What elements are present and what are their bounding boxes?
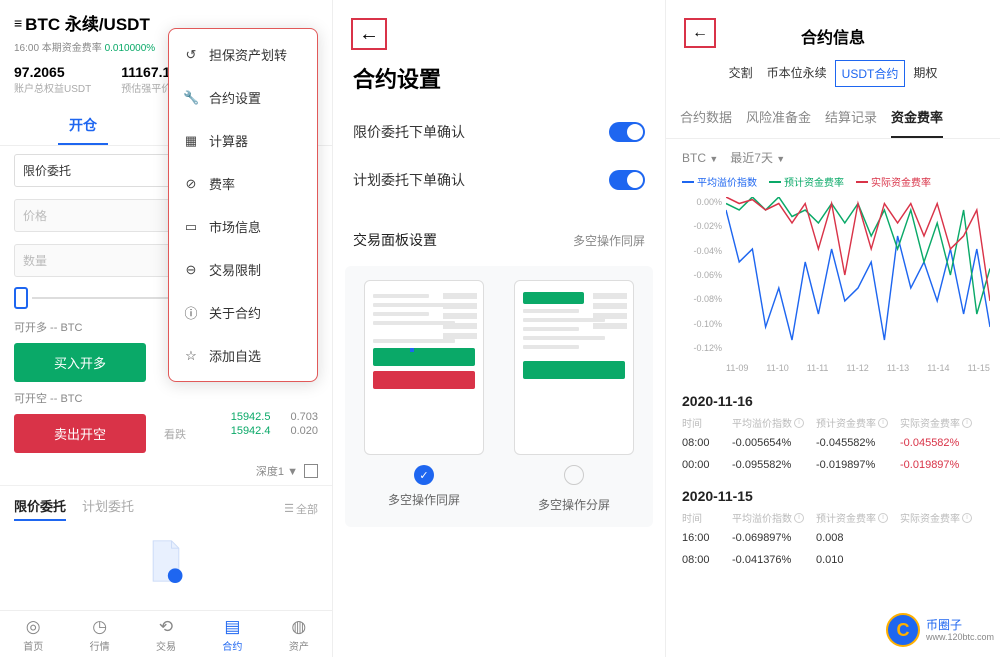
info-icon[interactable]: i: [794, 418, 804, 428]
menu-icon[interactable]: ≡: [14, 15, 19, 31]
tab-funding-rate[interactable]: 资金费率: [891, 97, 943, 138]
menu-limits[interactable]: ⊖交易限制: [169, 248, 317, 291]
table-row: 16:00 -0.069897% 0.008: [682, 527, 984, 549]
radio-unchecked-icon: [564, 465, 584, 485]
more-menu: ↺担保资产划转 🔧合约设置 ▦计算器 ⊘费率 ▭市场信息 ⊖交易限制 ⓘ关于合约…: [168, 28, 318, 382]
table-row: 08:00 -0.041376% 0.010: [682, 549, 984, 571]
liquidation-price: 11167.1 预估强平价: [121, 64, 171, 95]
tab-risk-fund[interactable]: 风险准备金: [746, 97, 811, 138]
menu-transfer[interactable]: ↺担保资产划转: [169, 33, 317, 76]
confirm-plan-row: 计划委托下单确认: [333, 156, 665, 204]
depth-select[interactable]: 深度1 ▼: [256, 463, 298, 479]
nav-asset[interactable]: ◍资产: [266, 617, 332, 653]
arrow-left-icon: ←: [359, 24, 379, 44]
info-icon[interactable]: i: [962, 513, 972, 523]
seg-delivery[interactable]: 交割: [723, 60, 759, 87]
radio-checked-icon: ✓: [414, 465, 434, 485]
tab-contract-data[interactable]: 合约数据: [680, 97, 732, 138]
menu-calculator[interactable]: ▦计算器: [169, 119, 317, 162]
account-equity: 97.2065 账户总权益USDT: [14, 64, 91, 95]
layout-same-option[interactable]: ✓ 多空操作同屏: [357, 280, 491, 513]
back-button[interactable]: ←: [684, 18, 716, 48]
nav-home[interactable]: ◎首页: [0, 617, 66, 653]
menu-settings[interactable]: 🔧合约设置: [169, 76, 317, 119]
range-filter[interactable]: 最近7天 ▼: [730, 149, 785, 166]
watermark-logo-icon: C: [886, 613, 920, 647]
seg-option[interactable]: 期权: [907, 60, 943, 87]
orders-tab-plan[interactable]: 计划委托: [82, 496, 134, 521]
info-icon[interactable]: i: [794, 513, 804, 523]
arrow-left-icon: ←: [692, 24, 708, 42]
empty-state-icon: [0, 539, 332, 588]
table-row: 00:00 -0.095582% -0.019897% -0.019897%: [682, 454, 984, 476]
page-title: 合约信息: [666, 0, 1000, 60]
sell-short-button[interactable]: 卖出开空: [14, 414, 146, 453]
tab-open[interactable]: 开仓: [0, 105, 166, 145]
menu-fee[interactable]: ⊘费率: [169, 162, 317, 205]
info-icon[interactable]: i: [878, 513, 888, 523]
chart-legend: 平均溢价指数 预计资金费率 实际资金费率: [666, 172, 1000, 193]
info-icon[interactable]: i: [962, 418, 972, 428]
seg-coin[interactable]: 币本位永续: [761, 60, 833, 87]
tab-settle[interactable]: 结算记录: [825, 97, 877, 138]
back-button[interactable]: ←: [351, 18, 387, 50]
confirm-plan-toggle[interactable]: [609, 170, 645, 190]
confirm-limit-row: 限价委托下单确认: [333, 108, 665, 156]
buy-long-button[interactable]: 买入开多: [14, 343, 146, 382]
date-heading: 2020-11-16: [682, 393, 984, 409]
confirm-limit-toggle[interactable]: [609, 122, 645, 142]
menu-about[interactable]: ⓘ关于合约: [169, 291, 317, 334]
panel-setting-label: 交易面板设置: [353, 230, 437, 250]
nav-market[interactable]: ◷行情: [66, 617, 132, 653]
orderbook-asks: 15942.50.703 15942.40.020: [231, 410, 318, 438]
short-available: 可开空 -- BTC: [0, 386, 332, 410]
orderbook-icon[interactable]: [304, 464, 318, 478]
coin-filter[interactable]: BTC ▼: [682, 151, 718, 165]
layout-split-option[interactable]: 多空操作分屏: [507, 280, 641, 513]
table-row: 08:00 -0.005654% -0.045582% -0.045582%: [682, 432, 984, 454]
seg-usdt[interactable]: USDT合约: [835, 60, 906, 87]
orders-tab-limit[interactable]: 限价委托: [14, 496, 66, 521]
menu-market-info[interactable]: ▭市场信息: [169, 205, 317, 248]
page-title: 合约设置: [333, 0, 665, 108]
orders-all-button[interactable]: ☰ 全部: [284, 496, 318, 521]
nav-trade[interactable]: ⟲交易: [133, 617, 199, 653]
info-icon[interactable]: i: [878, 418, 888, 428]
watermark: C 币圈子 www.120btc.com: [886, 613, 994, 647]
menu-favorite[interactable]: ☆添加自选: [169, 334, 317, 377]
funding-rate-chart: 0.00%-0.02%-0.04%-0.06%-0.08%-0.10%-0.12…: [682, 197, 990, 377]
nav-contract[interactable]: ▤合约: [199, 617, 265, 653]
date-heading: 2020-11-15: [682, 488, 984, 504]
panel-setting-value: 多空操作同屏: [573, 232, 645, 249]
bearish-label: 看跌: [164, 426, 186, 442]
